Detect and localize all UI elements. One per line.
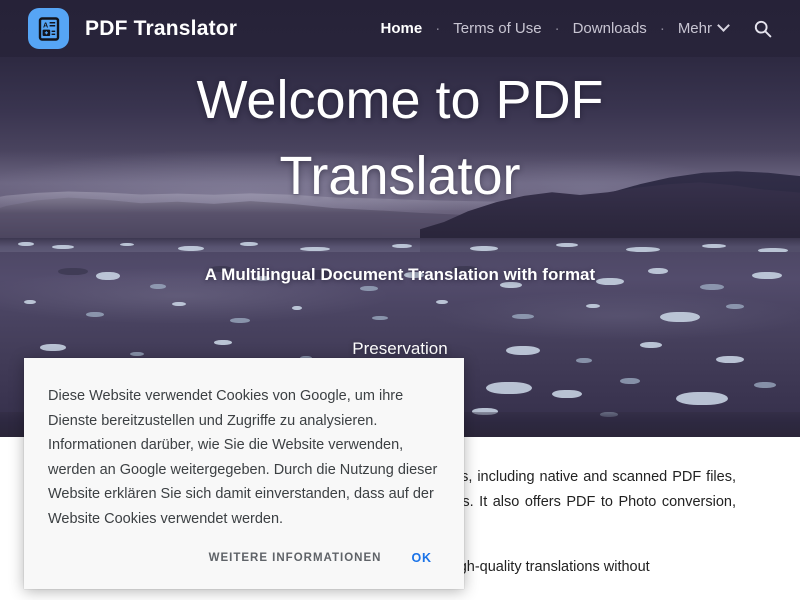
hero-subtitle-line-1: A Multilingual Document Translation with… (204, 265, 596, 284)
hero-title-line-2: Translator (279, 146, 521, 206)
nav-item-mehr[interactable]: Mehr (676, 19, 730, 37)
cookie-consent-message: Diese Website verwendet Cookies von Goog… (48, 388, 438, 527)
chevron-down-icon (717, 19, 730, 32)
nav-item-downloads[interactable]: Downloads (571, 20, 649, 37)
nav-item-terms-of-use[interactable]: Terms of Use (451, 20, 543, 37)
nav-separator: · (554, 20, 560, 37)
ok-button[interactable]: OK (403, 545, 440, 571)
page-root: A PDF Translator Home · Terms of Use · D… (0, 0, 800, 600)
nav-separator: · (659, 20, 665, 37)
nav-item-home[interactable]: Home (379, 20, 425, 37)
nav-item-mehr-label: Mehr (677, 20, 712, 37)
hero-text-block: Welcome to PDF Translator A Multilingual… (0, 62, 800, 386)
svg-text:A: A (43, 20, 48, 29)
search-icon[interactable] (750, 16, 776, 42)
brand[interactable]: A PDF Translator (28, 8, 237, 49)
nav-separator: · (435, 20, 441, 37)
hero-title-line-1: Welcome to PDF (196, 70, 604, 130)
cookie-consent-actions: WEITERE INFORMATIONEN OK (48, 531, 440, 579)
main-navigation: Home · Terms of Use · Downloads · Mehr (379, 16, 782, 42)
cookie-consent-banner: Diese Website verwendet Cookies von Goog… (24, 358, 464, 589)
document-translate-icon: A (28, 8, 69, 49)
more-information-button[interactable]: WEITERE INFORMATIONEN (205, 546, 386, 570)
site-header: A PDF Translator Home · Terms of Use · D… (0, 0, 800, 57)
brand-name: PDF Translator (85, 16, 238, 40)
